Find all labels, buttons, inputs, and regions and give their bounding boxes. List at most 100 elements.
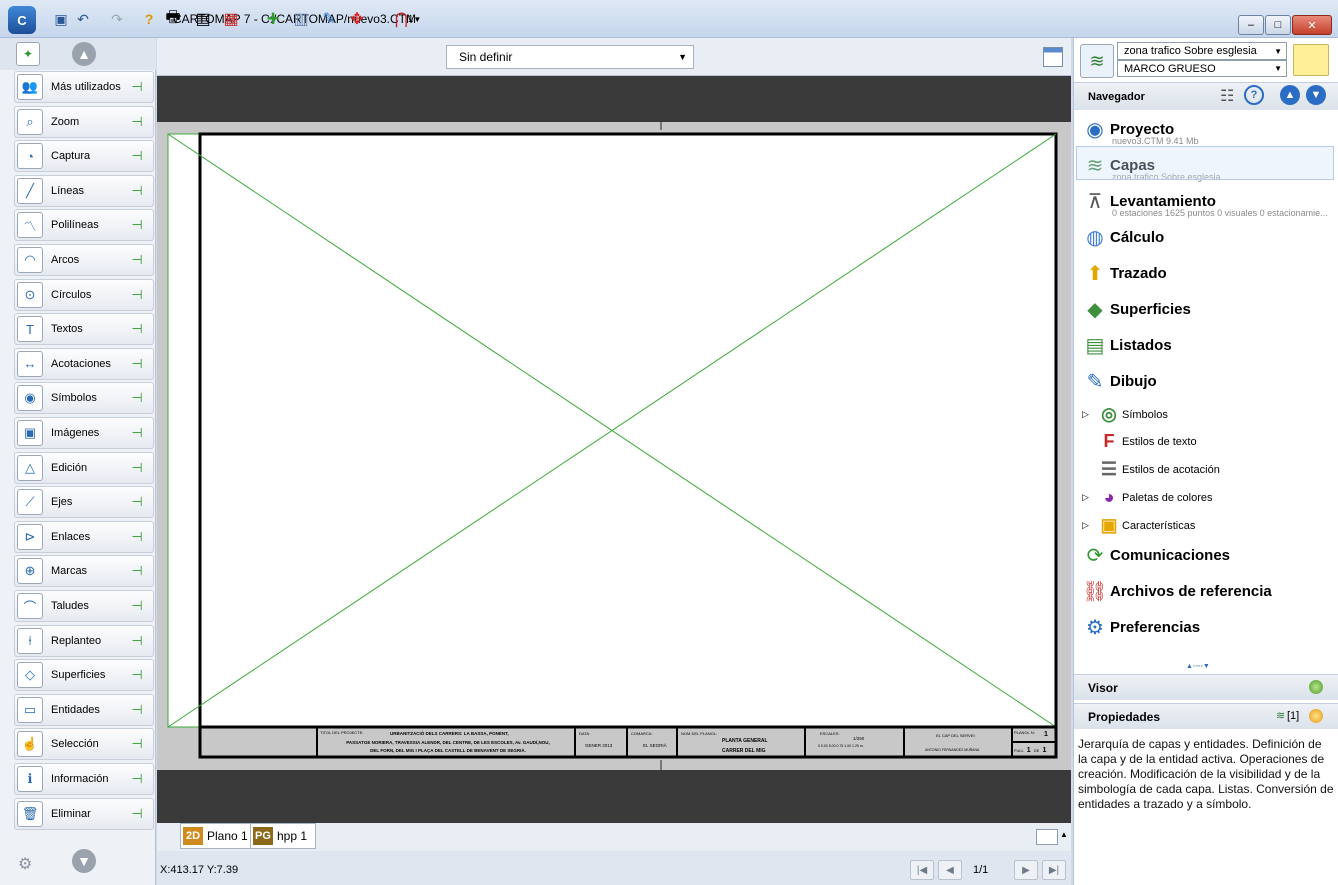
pin-icon[interactable]: ⊣: [129, 702, 145, 718]
window-layout-icon[interactable]: [1043, 47, 1063, 67]
tree-view-icon[interactable]: ☷: [1220, 86, 1234, 106]
chevron-up-icon[interactable]: ▲: [1060, 830, 1068, 839]
pin-icon[interactable]: ⊣: [129, 633, 145, 649]
panel-resize-dots[interactable]: ▲◦◦◦◦▼: [1186, 663, 1210, 670]
nav-child-4[interactable]: ▷ ▣ Características: [1082, 515, 1195, 536]
plot-settings-icon[interactable]: ▤: [192, 9, 214, 29]
tool-item-lineas[interactable]: ╱ Líneas ⊣: [14, 174, 154, 207]
pin-icon[interactable]: ⊣: [129, 114, 145, 130]
properties-status-icon[interactable]: [1309, 709, 1323, 723]
note-icon[interactable]: [1293, 44, 1329, 76]
pin-icon[interactable]: ⊣: [129, 356, 145, 372]
user-dropdown[interactable]: MARCO GRUESO ▼: [1117, 60, 1287, 77]
tool-item-polilineas[interactable]: 〽 Polilíneas ⊣: [14, 209, 154, 242]
pin-icon[interactable]: ⊣: [129, 183, 145, 199]
app-logo-icon[interactable]: C: [8, 6, 36, 34]
nav-child-3[interactable]: ▷ ◕ Paletas de colores: [1082, 487, 1213, 508]
tool-item-seleccion[interactable]: ☝ Selección ⊣: [14, 728, 154, 761]
nav-child-2[interactable]: ☰ Estilos de acotación: [1082, 459, 1220, 480]
pin-icon[interactable]: ⊣: [129, 252, 145, 268]
pin-icon[interactable]: ⊣: [129, 771, 145, 787]
arrow-down-icon[interactable]: ▼: [1306, 85, 1326, 105]
prev-page-button[interactable]: ◀: [938, 860, 962, 880]
tool-item-edicion[interactable]: △ Edición ⊣: [14, 451, 154, 484]
pin-icon[interactable]: ⊣: [129, 806, 145, 822]
sheet-options-icon[interactable]: [1036, 829, 1058, 845]
nav-section-trazado[interactable]: ⬆ Trazado: [1080, 258, 1167, 288]
tool-item-entidades[interactable]: ▭ Entidades ⊣: [14, 693, 154, 726]
first-page-button[interactable]: |◀: [910, 860, 934, 880]
style-dropdown[interactable]: Sin definir ▼: [446, 45, 694, 69]
nav-child-0[interactable]: ▷ ◎ Símbolos: [1082, 404, 1168, 425]
tool-item-imagenes[interactable]: ▣ Imágenes ⊣: [14, 417, 154, 449]
pin-icon[interactable]: ⊣: [129, 736, 145, 752]
pin-icon[interactable]: ⊣: [129, 390, 145, 406]
pin-icon[interactable]: ⊣: [129, 494, 145, 510]
expand-triangle-icon[interactable]: ▷: [1082, 409, 1096, 420]
search-help-icon[interactable]: ?: [1244, 85, 1264, 105]
scroll-up-icon[interactable]: ▲: [72, 42, 96, 66]
print-icon[interactable]: 🖶: [162, 9, 184, 29]
tool-item-ejes[interactable]: ⟋ Ejes ⊣: [14, 486, 154, 519]
tool-item-zoom[interactable]: ⌕ Zoom ⊣: [14, 105, 154, 138]
tool-item-simbolos[interactable]: ◉ Símbolos ⊣: [14, 382, 154, 415]
nav-section-dibujo[interactable]: ✎ Dibujo: [1080, 366, 1157, 396]
tab-plano-1[interactable]: 2D Plano 1: [180, 823, 257, 849]
tool-item-mas-utilizados[interactable]: 👥 Más utilizados ⊣: [14, 71, 154, 103]
tool-item-enlaces[interactable]: ⊳ Enlaces ⊣: [14, 520, 154, 553]
nav-section-calculo[interactable]: ◍ Cálculo: [1080, 222, 1164, 252]
pin-icon[interactable]: ⊣: [129, 598, 145, 614]
pin-icon[interactable]: ⊣: [129, 287, 145, 303]
save-icon[interactable]: ▣: [52, 10, 70, 28]
scroll-down-icon[interactable]: ▼: [72, 849, 96, 873]
help-icon[interactable]: ?: [140, 10, 158, 28]
nav-section-0-lower[interactable]: ⟳ Comunicaciones: [1080, 540, 1230, 570]
tool-item-eliminar[interactable]: 🗑 Eliminar ⊣: [14, 797, 154, 830]
sheet-drawing[interactable]: [157, 122, 1071, 770]
pin-icon[interactable]: ⊣: [129, 667, 145, 683]
tool-item-acotaciones[interactable]: ↔ Acotaciones ⊣: [14, 347, 154, 380]
tool-item-arcos[interactable]: ◠ Arcos ⊣: [14, 244, 154, 276]
nav-section-listados[interactable]: ▤ Listados: [1080, 330, 1172, 360]
pin-icon[interactable]: ⊣: [129, 425, 145, 441]
pin-icon[interactable]: ⊣: [129, 79, 145, 95]
magnet-icon[interactable]: ⋂ 1 ▼: [388, 9, 428, 29]
expand-triangle-icon[interactable]: ▷: [1082, 492, 1096, 503]
tool-item-taludes[interactable]: ⌒ Taludes ⊣: [14, 590, 154, 622]
next-page-button[interactable]: ▶: [1014, 860, 1038, 880]
add-icon[interactable]: +: [262, 6, 284, 31]
minimize-button[interactable]: –: [1238, 15, 1264, 35]
pin-panel-icon[interactable]: ✦: [16, 42, 40, 66]
arrow-up-icon[interactable]: ▲: [1280, 85, 1300, 105]
tool-item-superficies[interactable]: ◇ Superficies ⊣: [14, 659, 154, 692]
pin-icon[interactable]: ⊣: [129, 148, 145, 164]
pin-icon[interactable]: ⊣: [129, 321, 145, 337]
nav-child-1[interactable]: F Estilos de texto: [1082, 431, 1197, 452]
redo-icon[interactable]: ↷: [108, 10, 126, 28]
undo-icon[interactable]: ↶: [74, 10, 92, 28]
edit-page-icon[interactable]: ✎: [318, 9, 340, 29]
tool-item-informacion[interactable]: ℹ Información ⊣: [14, 763, 154, 795]
pin-icon[interactable]: ⊣: [129, 529, 145, 545]
settings-gear-icon[interactable]: ⚙: [18, 854, 32, 874]
tool-item-textos[interactable]: T Textos ⊣: [14, 313, 154, 346]
last-page-button[interactable]: ▶|: [1042, 860, 1066, 880]
close-button[interactable]: ✕: [1292, 15, 1332, 35]
nav-section-superficies[interactable]: ◆ Superficies: [1080, 294, 1191, 324]
layer-dropdown[interactable]: zona trafico Sobre esglesia ▼: [1117, 42, 1287, 60]
viewer-header[interactable]: Visor: [1074, 674, 1338, 700]
expand-triangle-icon[interactable]: ▷: [1082, 520, 1096, 531]
pin-icon[interactable]: ⊣: [129, 563, 145, 579]
move-page-icon[interactable]: ✥: [346, 9, 368, 29]
viewer-status-icon[interactable]: [1309, 680, 1323, 694]
pin-icon[interactable]: ⊣: [129, 217, 145, 233]
nav-section-1-lower[interactable]: ⛓ Archivos de referencia: [1080, 576, 1271, 606]
tool-item-circulos[interactable]: ⊙ Círculos ⊣: [14, 278, 154, 311]
nav-section-2-lower[interactable]: ⚙ Preferencias: [1080, 612, 1200, 642]
maximize-button[interactable]: □: [1265, 15, 1291, 35]
tool-item-replanteo[interactable]: ⍿ Replanteo ⊣: [14, 624, 154, 657]
pin-icon[interactable]: ⊣: [129, 460, 145, 476]
tab-hpp-1[interactable]: PG hpp 1: [250, 823, 317, 849]
tool-item-captura[interactable]: ◔ Captura ⊣: [14, 140, 154, 173]
pdf-export-icon[interactable]: ▦: [220, 9, 242, 29]
